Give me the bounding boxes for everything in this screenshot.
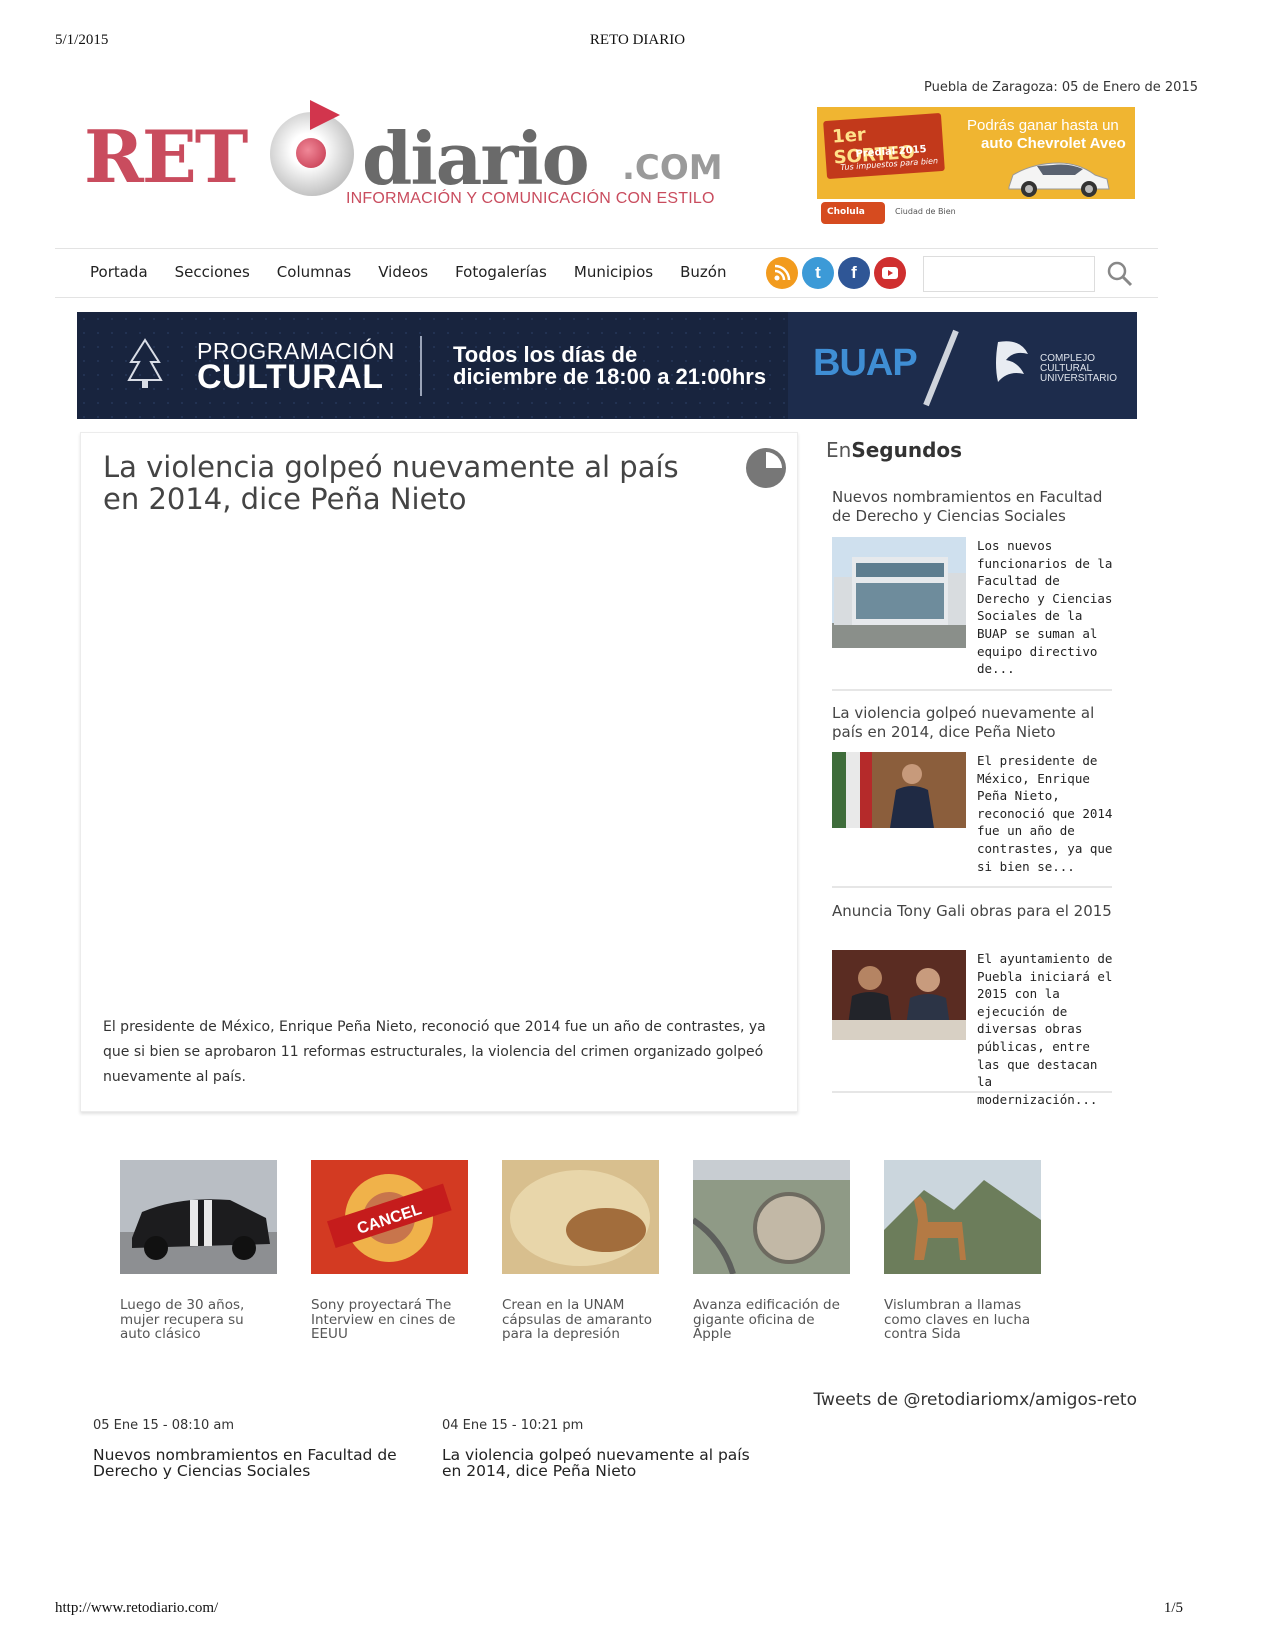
complejo-cultural-icon [996,341,1028,382]
amaranth-image[interactable] [502,1160,659,1274]
twitter-icon[interactable]: t [802,257,834,289]
nav-secciones[interactable]: Secciones [175,263,250,281]
news-date: 05 Ene 15 - 08:10 am [93,1418,234,1433]
logo-reto: RET [84,114,248,199]
sidebar-item-desc: El ayuntamiento de Puebla iniciará el 20… [977,951,1113,1107]
ad-badge: 1er SORTEO Predial 2015 Tus impuestos pa… [823,112,945,180]
logo-diario: diario [362,116,590,201]
ad-sponsors: Cholula Ciudad de Bien [817,199,1135,227]
nav-municipios[interactable]: Municipios [574,263,653,281]
banner-line2: CULTURAL [197,358,384,396]
news-title[interactable]: La violencia golpeó nuevamente al país e… [442,1447,772,1479]
officials-image[interactable] [832,950,966,1040]
location-date: Puebla de Zaragoza: 05 de Enero de 2015 [924,80,1198,95]
social-links: t f [766,257,906,289]
sidebar-heading-bold: Segundos [851,438,963,462]
nav-videos[interactable]: Videos [378,263,428,281]
article-summary: El presidente de México, Enrique Peña Ni… [103,1019,766,1085]
rss-icon[interactable] [766,257,798,289]
news-item[interactable]: 04 Ene 15 - 10:21 pm La violencia golpeó… [442,1418,772,1479]
nav-portada[interactable]: Portada [90,263,148,281]
sidebar-item-title[interactable]: Nuevos nombramientos en Facultad de Dere… [832,488,1112,526]
print-title: RETO DIARIO [589,32,686,48]
news-item[interactable]: 05 Ene 15 - 08:10 am Nuevos nombramiento… [93,1418,423,1479]
sidebar-item-desc: El presidente de México, Enrique Peña Ni… [977,753,1113,874]
location-label: Puebla de Zaragoza: [923,80,1058,95]
logo-com: .COM [622,148,723,188]
en-segundos-sidebar: EnSegundos Nuevos nombramientos en Facul… [826,438,1116,1107]
thumbnail-caption[interactable]: Vislumbran a llamas como claves en lucha… [884,1298,1041,1342]
article-title[interactable]: La violencia golpeó nuevamente al país e… [103,451,723,515]
sponsor-ciudad: Ciudad de Bien [895,207,956,216]
site-logo[interactable]: RET diario .COM INFORMACIÓN Y COMUNICACI… [84,100,724,225]
christmas-tree-icon [127,338,163,388]
cultural-program-banner[interactable]: PROGRAMACIÓN CULTURAL Todos los días de … [77,312,1137,419]
faculty-building-image[interactable] [832,537,966,648]
car-icon [1008,162,1110,197]
logo-tagline: INFORMACIÓN Y COMUNICACIÓN CON ESTILO [346,190,715,207]
nav-buzon[interactable]: Buzón [680,263,726,281]
thumbnail-card[interactable]: CANCEL Sony proyectará The Interview en … [311,1160,468,1342]
thumbnail-card[interactable]: Crean en la UNAM cápsulas de amaranto pa… [502,1160,659,1342]
search-icon[interactable] [1105,259,1135,289]
featured-article[interactable]: La violencia golpeó nuevamente al país e… [80,432,798,1112]
apple-campus-image[interactable] [691,1160,850,1275]
classic-car-image[interactable] [120,1160,277,1274]
clock-icon [746,448,786,488]
sponsor-cholula: Cholula [821,202,885,224]
thumbnail-card[interactable]: Avanza edificación de gigante oficina de… [691,1160,850,1342]
current-date: 05 de Enero de 2015 [1061,80,1198,95]
ad-banner-sorteo[interactable]: 1er SORTEO Predial 2015 Tus impuestos pa… [817,107,1135,199]
logo-flag-icon [310,100,340,130]
thumbnail-caption[interactable]: Avanza edificación de gigante oficina de… [693,1298,850,1342]
thumbnail-caption[interactable]: Sony proyectará The Interview en cines d… [311,1298,468,1342]
nav-fotogalerias[interactable]: Fotogalerías [455,263,547,281]
print-page-number: 1/5 [1163,1600,1183,1616]
president-image[interactable] [832,752,966,828]
facebook-icon[interactable]: f [838,257,870,289]
ad-line2: auto Chevrolet Aveo [981,135,1126,152]
llama-image[interactable] [884,1160,1041,1274]
thumbnail-caption[interactable]: Luego de 30 años, mujer recupera su auto… [120,1298,277,1342]
sidebar-heading: EnSegundos [826,438,1116,462]
buap-logo: BUAP [813,342,918,384]
news-date: 04 Ene 15 - 10:21 pm [442,1418,584,1433]
banner-when2: diciembre de 18:00 a 21:00hrs [453,364,767,389]
search-input[interactable] [923,256,1095,292]
the-interview-poster-image[interactable]: CANCEL [311,1160,468,1274]
complejo-cultural-label: COMPLEJO CULTURAL UNIVERSITARIO [1040,353,1118,384]
thumbnail-card[interactable]: Vislumbran a llamas como claves en lucha… [884,1160,1041,1342]
thumbnail-card[interactable]: Luego de 30 años, mujer recupera su auto… [120,1160,277,1342]
print-url: http://www.retodiario.com/ [55,1600,219,1616]
sidebar-heading-light: En [826,438,852,462]
sidebar-item[interactable]: Nuevos nombramientos en Facultad de Dere… [832,488,1112,691]
sidebar-item[interactable]: La violencia golpeó nuevamente al país e… [832,704,1112,888]
tweets-heading[interactable]: Tweets de @retodiariomx/amigos-reto [813,1390,1137,1410]
news-title[interactable]: Nuevos nombramientos en Facultad de Dere… [93,1447,423,1479]
sidebar-item-title[interactable]: La violencia golpeó nuevamente al país e… [832,704,1112,742]
sidebar-item[interactable]: Anuncia Tony Gali obras para el 2015 El … [832,902,1112,1107]
nav-columnas[interactable]: Columnas [277,263,351,281]
youtube-icon[interactable] [874,257,906,289]
thumbnail-caption[interactable]: Crean en la UNAM cápsulas de amaranto pa… [502,1298,659,1342]
sidebar-item-desc: Los nuevos funcionarios de la Facultad d… [977,538,1113,677]
ad-line1: Podrás ganar hasta un [967,117,1119,134]
sidebar-item-title[interactable]: Anuncia Tony Gali obras para el 2015 [832,902,1112,921]
main-nav: Portada Secciones Columnas Videos Fotoga… [55,248,1158,298]
